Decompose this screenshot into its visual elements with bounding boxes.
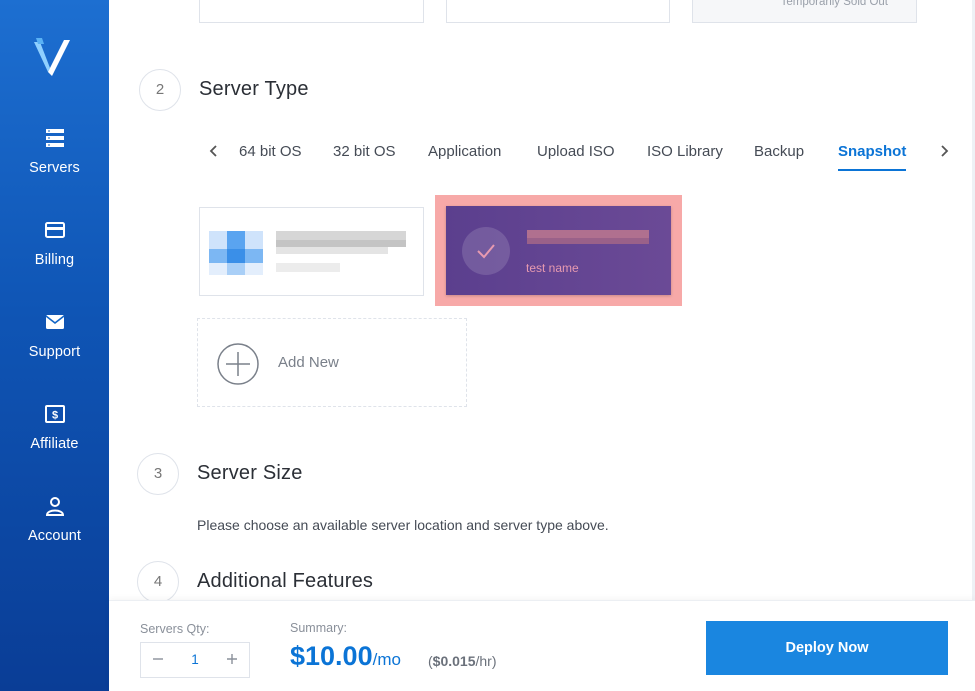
chevron-right-icon[interactable]	[936, 143, 952, 159]
sidebar-item-label: Support	[28, 344, 81, 360]
tab-upload-iso[interactable]: Upload ISO	[537, 143, 615, 160]
section-title-server-type: Server Type	[199, 78, 309, 100]
quantity-input[interactable]	[175, 643, 215, 677]
chevron-left-icon[interactable]	[206, 143, 222, 159]
step-number: 3	[137, 453, 179, 495]
user-icon	[45, 497, 64, 516]
location-card[interactable]	[199, 0, 424, 23]
checkmark-icon	[477, 244, 495, 259]
sidebar-item-account[interactable]: Account	[0, 494, 109, 544]
deploy-footer: Servers Qty: Summary: $10.00/mo ($0.015/…	[109, 600, 975, 691]
tab-application[interactable]: Application	[428, 143, 501, 160]
sidebar-item-label: Servers	[29, 160, 80, 176]
minus-icon	[153, 658, 163, 660]
selected-snapshot-highlight: test name	[435, 195, 682, 306]
quantity-stepper	[140, 642, 250, 678]
sidebar-item-label: Billing	[34, 252, 75, 268]
section-title-additional-features: Additional Features	[197, 570, 374, 592]
tab-iso-library[interactable]: ISO Library	[647, 143, 723, 160]
price-period: /mo	[372, 650, 401, 669]
sold-out-label: Temporarily Sold Out	[780, 0, 888, 8]
svg-text:$: $	[51, 410, 57, 422]
add-new-snapshot-button[interactable]: Add New	[197, 318, 467, 407]
vultr-logo[interactable]	[32, 38, 76, 78]
step-number: 4	[137, 561, 179, 603]
server-type-tabs: 64 bit OS 32 bit OS Application Upload I…	[199, 139, 964, 173]
deploy-now-button[interactable]: Deploy Now	[706, 621, 948, 675]
sidebar-item-label: Account	[27, 528, 82, 544]
hourly-price: ($0.015/hr)	[428, 653, 497, 669]
hourly-unit: /hr)	[475, 653, 497, 669]
tab-snapshot[interactable]: Snapshot	[838, 143, 906, 160]
sidebar: Servers Billing Support $ Affiliate Acco…	[0, 0, 109, 691]
credit-card-icon	[44, 222, 65, 238]
step-number: 2	[139, 69, 181, 111]
sidebar-item-support[interactable]: Support	[0, 310, 109, 360]
sidebar-item-billing[interactable]: Billing	[0, 218, 109, 268]
location-card[interactable]	[446, 0, 670, 23]
decrement-button[interactable]	[141, 643, 175, 677]
hourly-price-value: $0.015	[432, 653, 476, 669]
tab-32-bit-os[interactable]: 32 bit OS	[333, 143, 396, 160]
envelope-icon	[45, 315, 64, 329]
tab-backup[interactable]: Backup	[754, 143, 804, 160]
snapshot-card-selected[interactable]: test name	[446, 206, 671, 295]
deploy-main: Temporarily Sold Out 2 Server Type 64 bi…	[109, 0, 975, 603]
active-tab-indicator	[838, 169, 906, 171]
increment-button[interactable]	[215, 643, 249, 677]
sidebar-item-servers[interactable]: Servers	[0, 126, 109, 176]
servers-icon	[45, 129, 64, 147]
tab-64-bit-os[interactable]: 64 bit OS	[239, 143, 302, 160]
snapshot-name: test name	[526, 261, 579, 275]
add-new-label: Add New	[278, 354, 339, 371]
plus-circle-icon	[217, 343, 259, 385]
snapshot-card[interactable]	[199, 207, 424, 296]
sidebar-item-label: Affiliate	[30, 436, 79, 452]
price-value: $10.00	[290, 641, 373, 671]
server-size-hint: Please choose an available server locati…	[197, 517, 609, 533]
dollar-bill-icon: $	[44, 405, 65, 423]
summary-label: Summary:	[290, 621, 347, 635]
location-card-sold-out: Temporarily Sold Out	[692, 0, 917, 23]
servers-qty-label: Servers Qty:	[140, 622, 210, 636]
sidebar-item-affiliate[interactable]: $ Affiliate	[0, 402, 109, 452]
section-title-server-size: Server Size	[197, 462, 303, 484]
check-circle	[462, 227, 510, 275]
plus-icon	[227, 654, 237, 664]
monthly-price: $10.00/mo	[290, 641, 401, 672]
